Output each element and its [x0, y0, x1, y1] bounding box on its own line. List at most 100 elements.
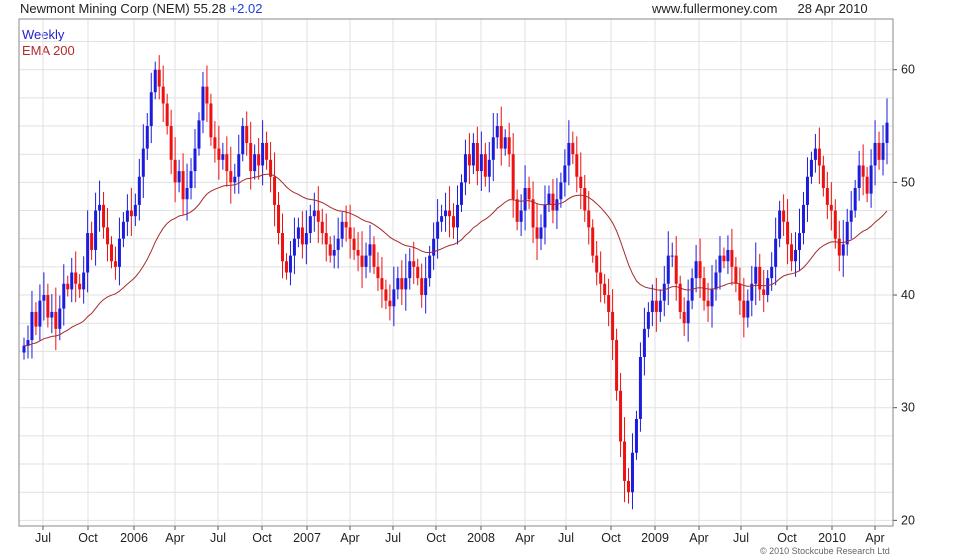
candle-body — [98, 204, 102, 211]
candle-body — [257, 154, 261, 166]
candle-body — [638, 357, 642, 419]
candle-body — [467, 154, 471, 166]
candle-body — [392, 289, 396, 307]
y-tick-label: 60 — [901, 63, 915, 77]
candle-body — [169, 126, 173, 160]
candle-body — [408, 261, 412, 279]
candle-body — [300, 227, 304, 245]
candle-body — [149, 92, 153, 127]
candle-body — [595, 255, 599, 273]
candle-body — [173, 159, 177, 183]
candle-body — [714, 272, 718, 290]
x-tick-label: Oct — [78, 531, 98, 545]
x-tick-label: 2007 — [293, 531, 321, 545]
candle-body — [332, 249, 336, 256]
candle-body — [50, 311, 54, 318]
candle-body — [161, 86, 165, 104]
candle-body — [567, 142, 571, 166]
candle-body — [754, 266, 758, 284]
candle-body — [615, 340, 619, 391]
candle-body — [157, 69, 161, 87]
candle-body — [778, 210, 782, 239]
candle-body — [58, 308, 62, 329]
x-tick-label: Apr — [165, 531, 184, 545]
candle-body — [535, 227, 539, 239]
candle-body — [829, 204, 833, 211]
candle-body — [495, 126, 499, 138]
candle-body — [766, 278, 770, 296]
candle-body — [682, 311, 686, 324]
candle-body — [746, 300, 750, 318]
candle-body — [145, 126, 149, 149]
candle-body — [805, 176, 809, 205]
candle-body — [261, 142, 265, 166]
candle-body — [694, 261, 698, 279]
candle-body — [794, 249, 798, 262]
x-tick-label: Jul — [210, 531, 226, 545]
candle-body — [583, 188, 587, 211]
x-tick-label: Jul — [733, 531, 749, 545]
candle-body — [34, 311, 38, 327]
candle-body — [722, 255, 726, 262]
x-tick-label: 2010 — [818, 531, 846, 545]
candle-body — [654, 300, 658, 312]
candle-body — [869, 165, 873, 194]
candle-body — [448, 210, 452, 217]
candle-body — [865, 176, 869, 194]
candle-body — [742, 300, 746, 318]
candle-body — [440, 216, 444, 222]
candle-body — [611, 311, 615, 341]
candle-body — [428, 255, 432, 279]
candle-body — [670, 255, 674, 257]
candle-body — [400, 278, 404, 290]
candle-body — [90, 233, 94, 250]
x-tick-label: Jul — [385, 531, 401, 545]
x-tick-label: 2006 — [120, 531, 148, 545]
x-tick-label: Oct — [252, 531, 272, 545]
candle-body — [770, 266, 774, 279]
candle-body — [217, 148, 221, 160]
x-tick-label: 2009 — [641, 531, 669, 545]
candle-body — [308, 216, 312, 234]
candle-body — [718, 255, 722, 273]
candle-body — [452, 216, 456, 228]
candle-body — [197, 120, 201, 149]
ema-200-line — [23, 173, 888, 347]
candle-body — [181, 171, 185, 200]
candle-body — [634, 418, 638, 453]
candle-body — [292, 238, 296, 256]
candle-body — [801, 204, 805, 234]
candle-body — [189, 171, 193, 188]
candle-body — [559, 182, 563, 200]
candle-body — [531, 199, 535, 228]
candle-body — [352, 238, 356, 250]
x-tick-label: Jul — [35, 531, 51, 545]
candle-body — [555, 199, 559, 211]
candle-body — [523, 188, 527, 211]
candle-body — [738, 283, 742, 301]
candle-body — [762, 289, 766, 296]
y-tick-label: 40 — [901, 288, 915, 302]
candle-body — [686, 300, 690, 324]
candle-body — [364, 255, 368, 267]
candle-body — [873, 142, 877, 166]
candle-body — [702, 278, 706, 301]
candle-body — [106, 227, 110, 245]
x-tick-label: Jul — [558, 531, 574, 545]
candle-body — [563, 165, 567, 183]
candle-body — [416, 266, 420, 279]
candle-body — [774, 238, 778, 267]
candle-body — [646, 311, 650, 329]
candle-body — [471, 142, 475, 166]
candle-body — [487, 159, 491, 177]
candle-body — [312, 210, 316, 217]
candle-body — [133, 204, 137, 217]
candle-body — [177, 171, 181, 183]
candle-body — [809, 159, 813, 177]
candle-body — [165, 103, 169, 127]
candle-body — [205, 86, 209, 104]
candle-body — [483, 154, 487, 177]
copyright-notice: © 2010 Stockcube Research Ltd — [760, 546, 890, 556]
candle-body — [579, 176, 583, 188]
candle-body — [786, 221, 790, 245]
